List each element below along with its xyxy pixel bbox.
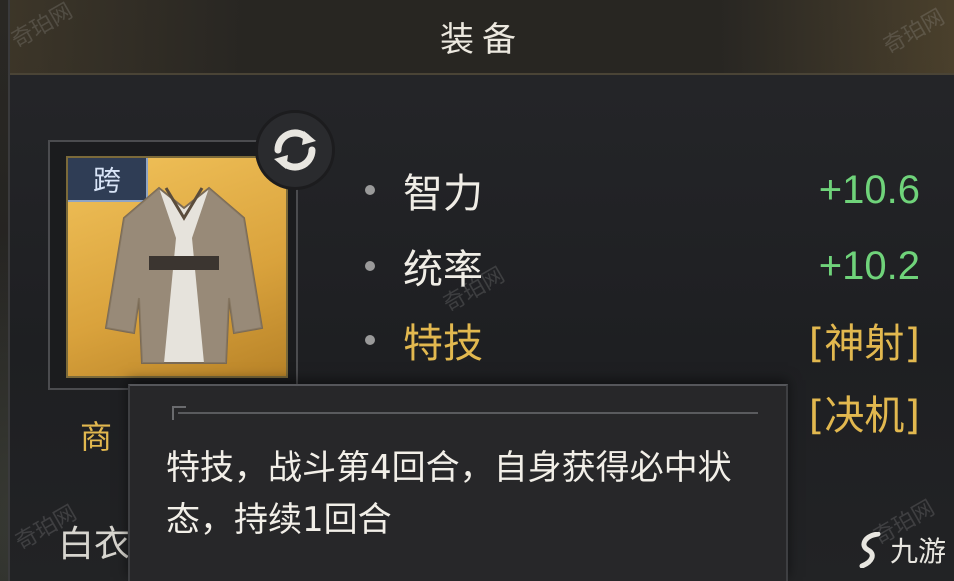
skill-tooltip: 特技，战斗第4回合，自身获得必中状态，持续1回合 [128, 384, 788, 581]
equipment-item-card[interactable]: 跨 [66, 156, 288, 378]
title-bar: 装备 [10, 0, 954, 75]
logo-text: 九游 [890, 535, 947, 568]
stat-row-intelligence: 智力 +10.6 [360, 160, 920, 220]
stat-row-skill: 特技 [神射] [360, 310, 920, 370]
tooltip-divider [178, 412, 758, 414]
skill-value-jueji[interactable]: [决机] [809, 383, 920, 441]
site-logo: 九游 [858, 530, 946, 570]
page-title: 装备 [440, 20, 524, 60]
item-quality-label: 商 [80, 418, 113, 456]
stat-label: 智力 [403, 171, 483, 217]
logo-icon [859, 532, 881, 568]
bullet-icon [365, 335, 375, 345]
bullet-icon [365, 261, 375, 271]
stat-label: 特技 [403, 321, 483, 367]
robe-icon [104, 186, 264, 364]
refresh-button[interactable] [255, 110, 335, 190]
refresh-icon [274, 129, 316, 171]
bullet-icon [365, 185, 375, 195]
skill-value-shenshe[interactable]: [神射] [809, 311, 920, 369]
stat-value: +10.2 [818, 243, 920, 288]
tooltip-text: 特技，战斗第4回合，自身获得必中状态，持续1回合 [166, 448, 732, 540]
stat-value: +10.6 [818, 167, 920, 212]
